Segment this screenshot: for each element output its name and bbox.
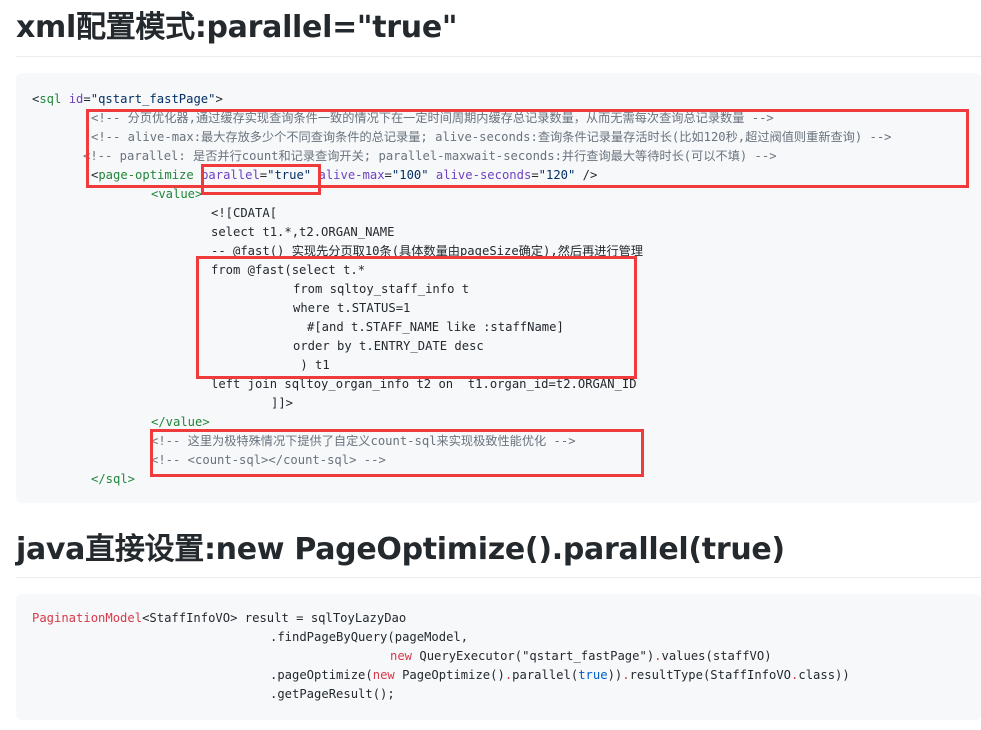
code-line: PaginationModel<StaffInfoVO> result = sq… <box>32 611 407 625</box>
highlight-box-fast-query <box>196 256 637 379</box>
heading-prefix: xml <box>16 10 76 45</box>
code-line: .findPageByQuery(pageModel, <box>270 630 469 644</box>
heading-cjk: 配置模式 <box>76 10 195 45</box>
code-line: .pageOptimize(new PageOptimize().paralle… <box>270 668 850 682</box>
highlight-box-count-sql <box>150 429 644 477</box>
code-line: ]]> <box>271 396 294 410</box>
section-heading-xml: xml配置模式:parallel="true" <box>16 8 458 48</box>
heading-divider <box>16 577 981 578</box>
heading-suffix: :new PageOptimize().parallel(true) <box>203 532 785 567</box>
code-line: <![CDATA[ <box>211 206 278 220</box>
code-line: <sql id="qstart_fastPage"> <box>32 92 223 106</box>
code-line: new QueryExecutor("qstart_fastPage").val… <box>390 649 772 663</box>
java-code-block: PaginationModel<StaffInfoVO> result = sq… <box>16 594 981 720</box>
heading-suffix: :parallel="true" <box>194 10 458 45</box>
heading-divider <box>16 56 981 57</box>
code-line: select t1.*,t2.ORGAN_NAME <box>211 225 395 239</box>
section-heading-java: java直接设置:new PageOptimize().parallel(tru… <box>16 530 785 570</box>
highlight-box-parallel <box>201 164 321 195</box>
code-line: </sql> <box>91 472 136 486</box>
heading-prefix: java <box>16 532 86 567</box>
heading-cjk: 直接设置 <box>85 532 204 567</box>
code-line: .getPageResult(); <box>270 687 395 701</box>
